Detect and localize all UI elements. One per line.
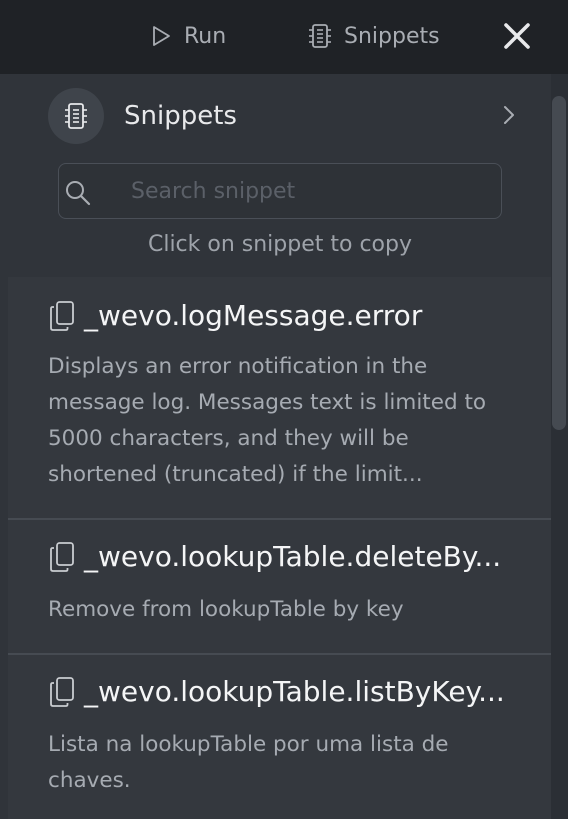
snippets-panel: Snippets Click on snippet to copy _wevo.… — [0, 74, 568, 819]
search-box — [58, 163, 502, 219]
search-icon — [66, 181, 91, 206]
close-button[interactable] — [500, 18, 534, 54]
snippet-title-row: _wevo.lookupTable.deleteBy... — [48, 540, 501, 573]
copy-icon — [50, 676, 74, 707]
snippet-title: _wevo.logMessage.error — [84, 299, 423, 332]
snippets-button[interactable]: Snippets — [308, 20, 440, 52]
snippet-title-row: _wevo.lookupTable.listByKey... — [48, 675, 505, 708]
scrollbar-thumb[interactable] — [552, 96, 566, 430]
snippet-title: _wevo.lookupTable.listByKey... — [84, 675, 505, 708]
snippet-description: Remove from lookupTable by key — [48, 597, 404, 622]
close-icon — [504, 23, 530, 49]
snippet-list: _wevo.logMessage.error Displays an error… — [8, 277, 551, 819]
snippet-description: Lista na lookupTable por uma lista de ch… — [48, 732, 449, 793]
search-input[interactable] — [131, 164, 491, 218]
panel-header: Snippets — [48, 87, 528, 145]
copy-hint: Click on snippet to copy — [147, 232, 413, 257]
header-icon-badge — [48, 88, 104, 144]
chevron-right-icon[interactable] — [502, 104, 516, 126]
run-label: Run — [184, 23, 227, 49]
snippet-card[interactable]: _wevo.lookupTable.listByKey... Lista na … — [8, 655, 551, 819]
play-icon — [153, 26, 170, 46]
copy-icon — [50, 300, 74, 331]
top-toolbar: Run Snippets — [0, 0, 568, 74]
snippets-label: Snippets — [344, 23, 440, 49]
chip-icon — [309, 24, 331, 48]
run-button[interactable]: Run — [150, 20, 226, 52]
snippet-card[interactable]: _wevo.logMessage.error Displays an error… — [8, 277, 551, 520]
snippet-title: _wevo.lookupTable.deleteBy... — [84, 540, 502, 573]
snippet-card[interactable]: _wevo.lookupTable.deleteBy... Remove fro… — [8, 520, 551, 655]
panel-title: Snippets — [124, 101, 237, 131]
snippet-title-row: _wevo.logMessage.error — [48, 299, 422, 332]
chip-icon — [65, 103, 87, 129]
copy-icon — [50, 541, 74, 572]
snippet-description: Displays an error notification in the me… — [48, 354, 487, 487]
